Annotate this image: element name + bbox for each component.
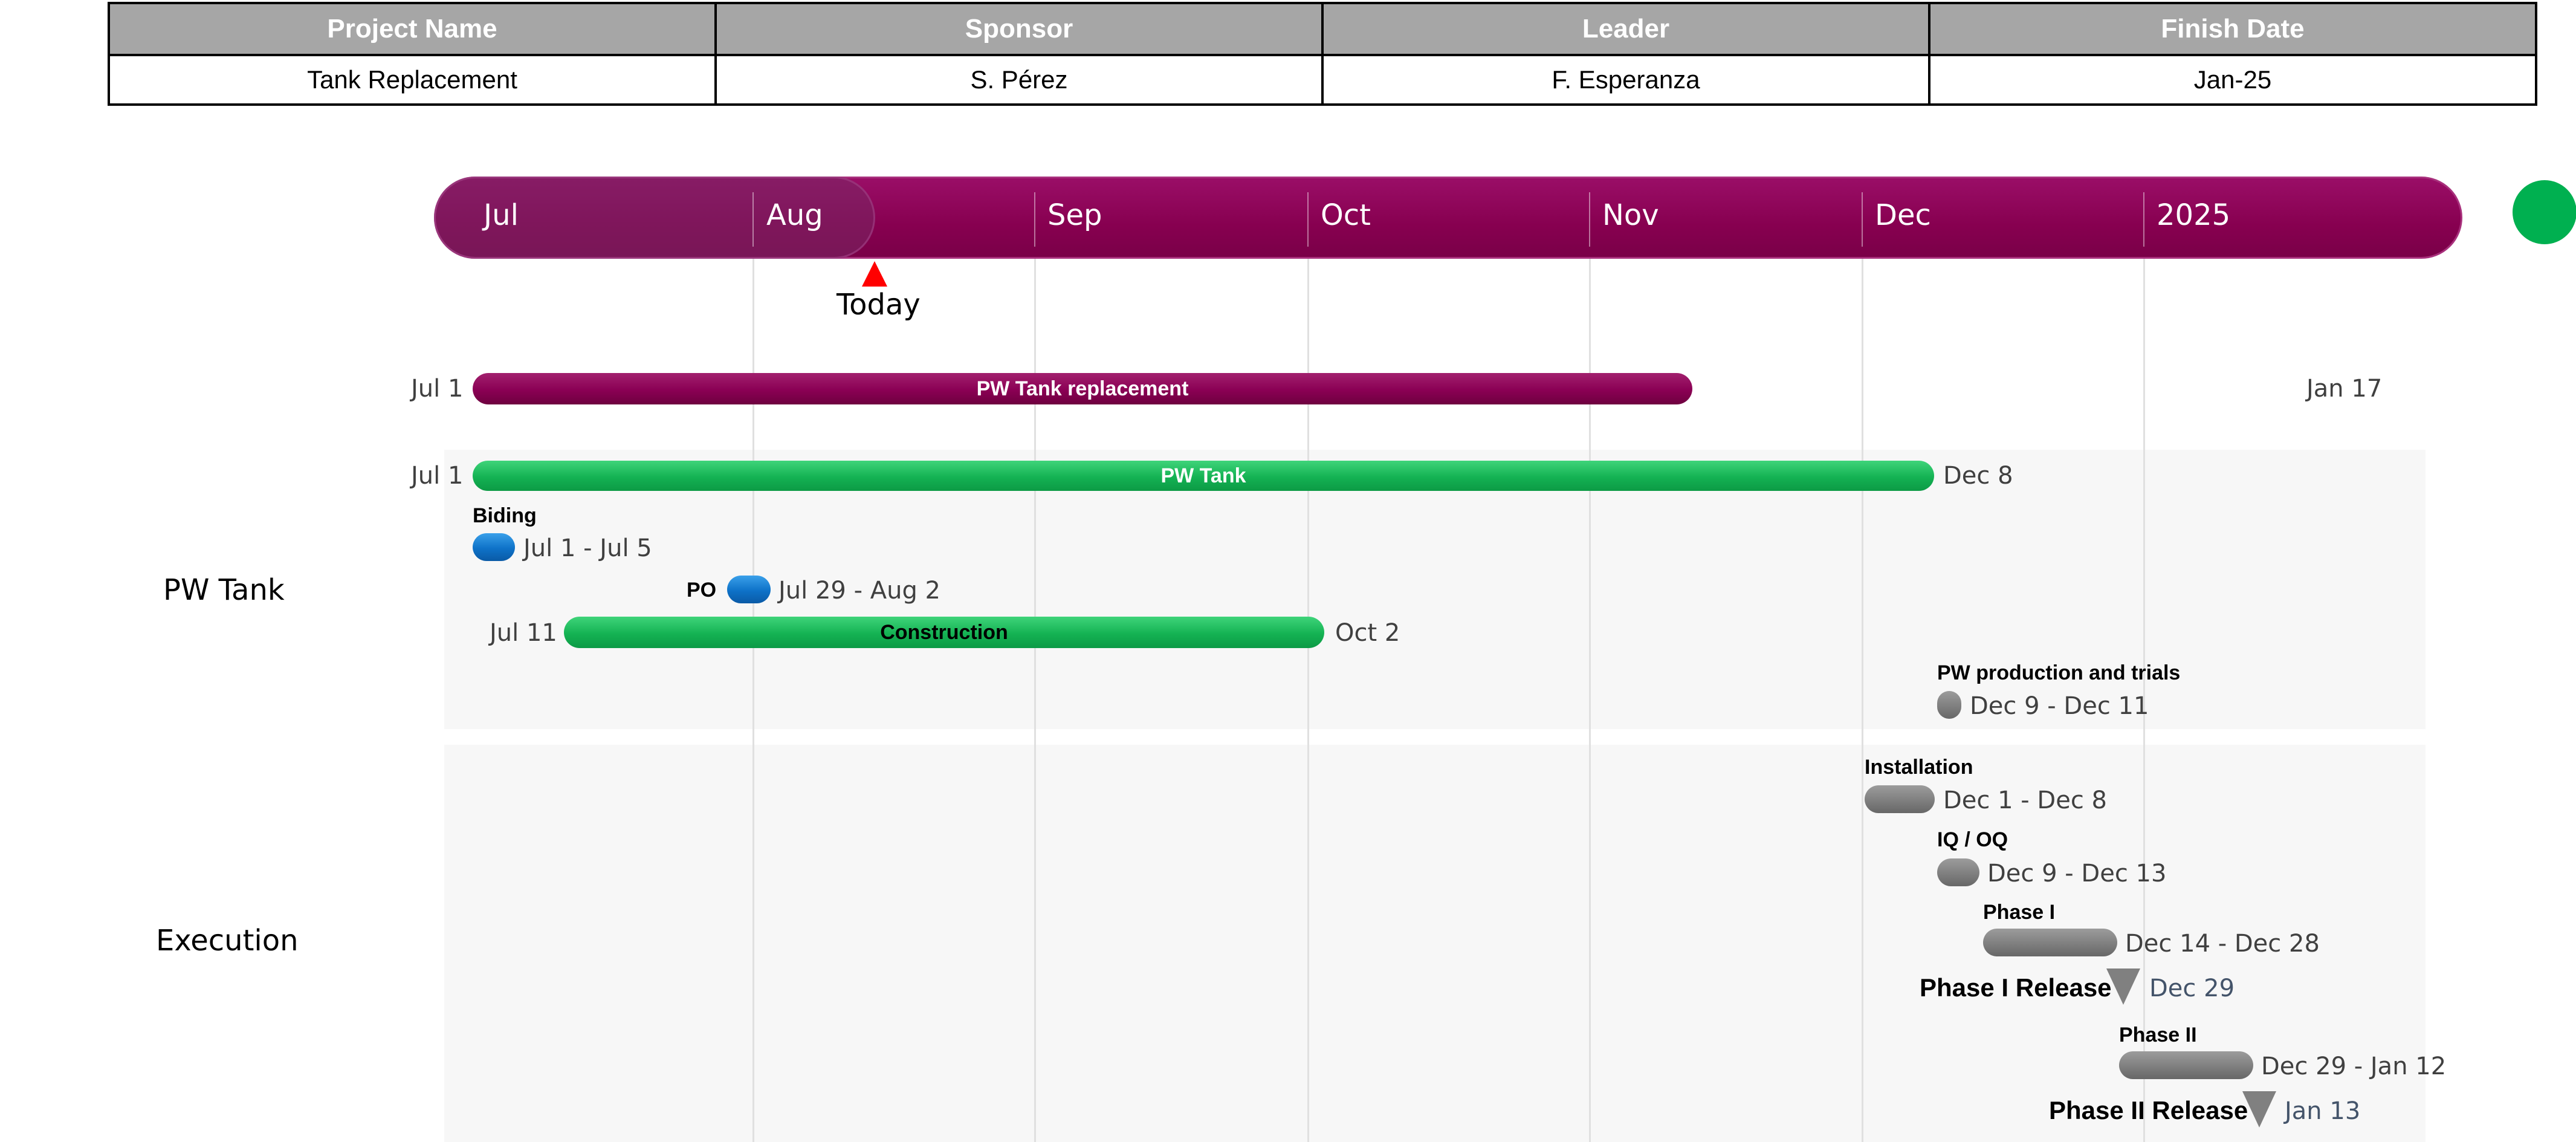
header-finish-date: Finish Date [1928, 2, 2537, 56]
task-name-po: PO [687, 579, 717, 602]
cell-leader: F. Esperanza [1321, 54, 1930, 106]
pw-tank-bar[interactable]: PW Tank [473, 461, 1934, 491]
summary-bar[interactable]: PW Tank replacement [473, 373, 1692, 404]
month-tick-aug [752, 192, 754, 247]
status-indicator-icon [2513, 180, 2576, 244]
cell-finish-date: Jan-25 [1928, 54, 2537, 106]
month-label-oct: Oct [1321, 198, 1371, 232]
table-header-row: Project Name Sponsor Leader Finish Date [108, 2, 2537, 56]
task-name-phase1: Phase I [1983, 901, 2056, 924]
table-row: Tank Replacement S. Pérez F. Esperanza J… [108, 54, 2537, 106]
month-label-2025: 2025 [2157, 198, 2231, 232]
milestone-name-phase1-release: Phase I Release [1920, 973, 2112, 1002]
today-label: Today [837, 288, 921, 322]
pw-production-bar[interactable] [1937, 691, 1961, 719]
month-label-sep: Sep [1047, 198, 1102, 232]
milestone-phase1-release-icon[interactable] [2106, 968, 2140, 1005]
construction-end-date: Oct 2 [1335, 619, 1400, 647]
summary-bar-label: PW Tank replacement [976, 377, 1189, 400]
construction-start-date: Jul 11 [490, 619, 557, 647]
month-tick-nov [1589, 192, 1590, 247]
month-label-aug: Aug [766, 198, 823, 232]
task-name-phase2: Phase II [2119, 1024, 2197, 1046]
lane-title-execution: Execution [156, 924, 299, 958]
po-bar[interactable] [727, 576, 771, 603]
cell-project-name: Tank Replacement [108, 54, 717, 106]
summary-start-date: Jul 1 [411, 375, 464, 403]
po-dates: Jul 29 - Aug 2 [778, 577, 941, 605]
task-name-pw-production: PW production and trials [1937, 661, 2181, 684]
milestone-date-phase1-release: Dec 29 [2149, 975, 2235, 1002]
gridline-dec [1862, 259, 1863, 1142]
task-name-iqoq: IQ / OQ [1937, 828, 2008, 851]
biding-bar[interactable] [473, 533, 515, 561]
phase1-bar[interactable] [1983, 929, 2117, 956]
month-label-dec: Dec [1875, 198, 1931, 232]
biding-dates: Jul 1 - Jul 5 [523, 534, 652, 562]
iqoq-bar[interactable] [1937, 858, 1979, 886]
summary-end-date: Jan 17 [2306, 375, 2383, 403]
milestone-date-phase2-release: Jan 13 [2285, 1097, 2361, 1125]
month-tick-oct [1307, 192, 1309, 247]
construction-bar-label: Construction [880, 620, 1008, 644]
construction-bar[interactable]: Construction [564, 617, 1324, 648]
pw-tank-start-date: Jul 1 [411, 462, 464, 490]
phase2-dates: Dec 29 - Jan 12 [2261, 1053, 2447, 1080]
cell-sponsor: S. Pérez [714, 54, 1324, 106]
month-tick-2025 [2143, 192, 2144, 247]
project-info-table: Project Name Sponsor Leader Finish Date … [108, 2, 2537, 106]
phase1-dates: Dec 14 - Dec 28 [2125, 930, 2320, 958]
installation-dates: Dec 1 - Dec 8 [1943, 787, 2107, 814]
month-tick-sep [1034, 192, 1035, 247]
milestone-name-phase2-release: Phase II Release [2049, 1096, 2248, 1124]
month-label-nov: Nov [1602, 198, 1659, 232]
task-name-biding: Biding [473, 504, 537, 527]
milestone-phase2-release-icon[interactable] [2242, 1091, 2276, 1127]
pw-production-dates: Dec 9 - Dec 11 [1970, 692, 2149, 720]
pw-tank-end-date: Dec 8 [1943, 462, 2013, 490]
iqoq-dates: Dec 9 - Dec 13 [1987, 860, 2167, 887]
header-sponsor: Sponsor [714, 2, 1324, 56]
month-tick-dec [1862, 192, 1863, 247]
installation-bar[interactable] [1865, 785, 1935, 813]
lane-title-pw-tank: PW Tank [163, 573, 285, 607]
header-project-name: Project Name [108, 2, 717, 56]
month-label-jul: Jul [484, 198, 519, 232]
header-leader: Leader [1321, 2, 1930, 56]
phase2-bar[interactable] [2119, 1051, 2253, 1079]
today-marker-icon [862, 261, 887, 287]
pw-tank-bar-label: PW Tank [1160, 464, 1246, 487]
timeline-canvas: Project Name Sponsor Leader Finish Date … [0, 0, 2576, 1142]
task-name-installation: Installation [1865, 756, 1973, 779]
